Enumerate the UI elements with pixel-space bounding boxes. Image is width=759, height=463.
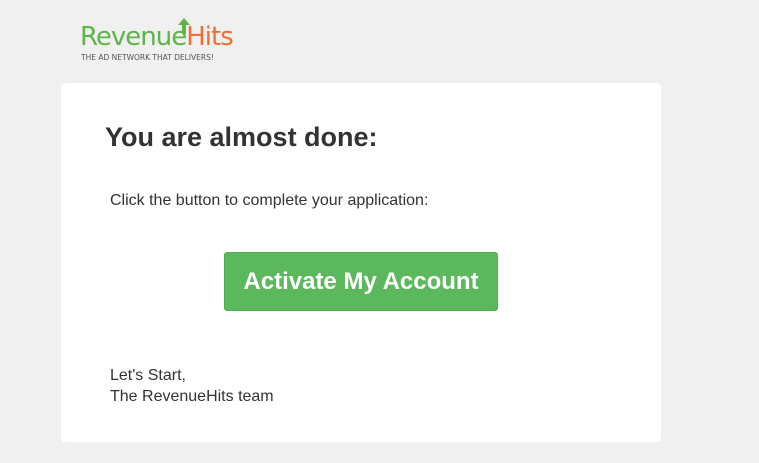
logo-wordmark-hits: Hits (186, 22, 234, 52)
email-card: You are almost done: Click the button to… (61, 83, 661, 442)
revenuehits-logo: RevenueHits THE AD NETWORK THAT DELIVERS… (80, 18, 300, 68)
logo-wordmark-revenue: Revenue (80, 22, 187, 52)
signoff-team: The RevenueHits team (110, 388, 274, 405)
activate-account-button[interactable]: Activate My Account (224, 252, 498, 311)
logo-wordmark: RevenueHits (80, 22, 234, 52)
up-arrow-icon (178, 18, 190, 34)
signoff-greeting: Let's Start, (110, 367, 186, 384)
email-signoff: Let's Start, The RevenueHits team (110, 365, 274, 407)
instruction-text: Click the button to complete your applic… (110, 192, 429, 209)
logo-tagline: THE AD NETWORK THAT DELIVERS! (81, 53, 214, 62)
page-title: You are almost done: (105, 122, 378, 152)
